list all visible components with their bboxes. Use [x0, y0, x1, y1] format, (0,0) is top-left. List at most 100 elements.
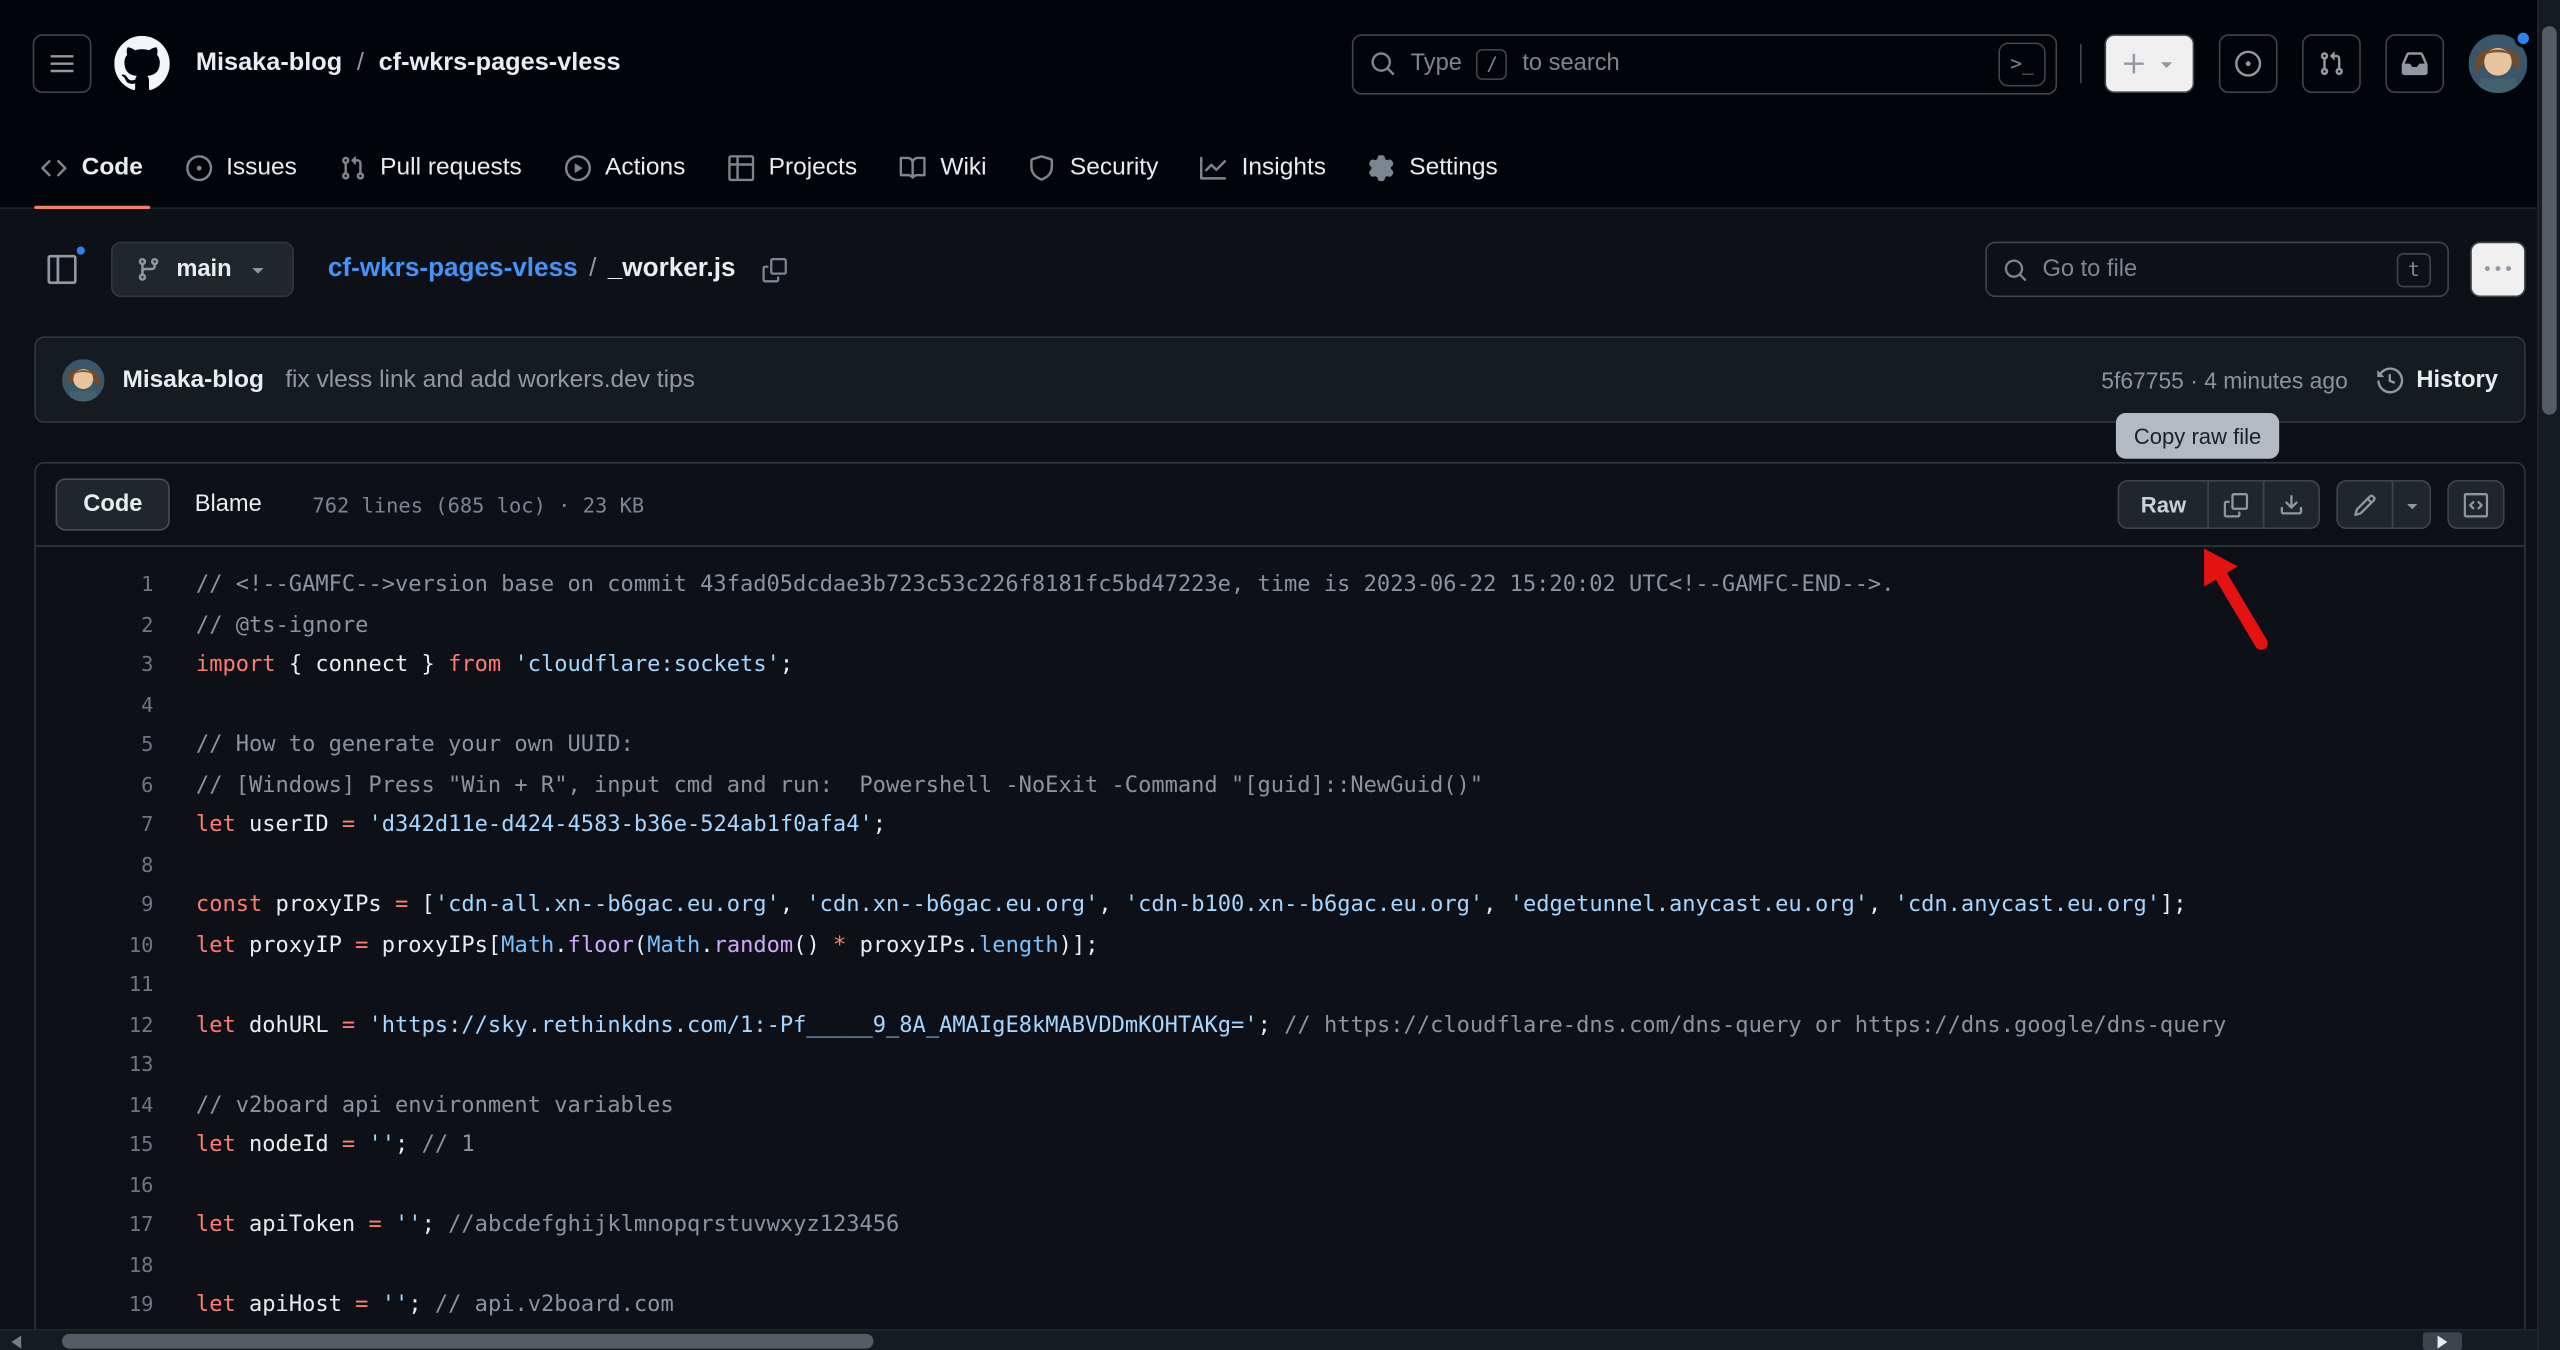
- commit-author-link[interactable]: Misaka-blog: [122, 366, 264, 394]
- user-avatar[interactable]: [2468, 29, 2533, 94]
- line-number[interactable]: 5: [36, 725, 153, 765]
- commit-sha-and-time[interactable]: 5f67755 · 4 minutes ago: [2101, 367, 2348, 393]
- tab-security[interactable]: Security: [1008, 127, 1180, 207]
- commit-author-avatar[interactable]: [62, 358, 105, 401]
- line-number[interactable]: 12: [36, 1005, 154, 1045]
- line-number[interactable]: 7: [36, 805, 153, 845]
- pull-requests-header-button[interactable]: [2302, 34, 2361, 94]
- tab-label: Security: [1069, 153, 1159, 182]
- code-line: 8: [36, 845, 2524, 885]
- copy-raw-button[interactable]: [2207, 479, 2265, 529]
- edit-file-button[interactable]: [2336, 479, 2394, 529]
- line-number[interactable]: 14: [36, 1085, 154, 1125]
- line-number[interactable]: 10: [36, 925, 154, 965]
- horizontal-scrollbar-thumb[interactable]: [62, 1333, 874, 1349]
- issues-header-button[interactable]: [2218, 34, 2278, 94]
- inbox-header-button[interactable]: [2385, 34, 2445, 94]
- tab-wiki[interactable]: Wiki: [878, 127, 1008, 207]
- code-line-text: let proxyIP = proxyIPs[Math.floor(Math.r…: [195, 931, 1099, 958]
- code-line: 16: [36, 1165, 2524, 1205]
- line-number[interactable]: 11: [36, 965, 154, 1005]
- tab-pull-requests[interactable]: Pull requests: [318, 127, 543, 207]
- commit-message-link[interactable]: fix vless link and add workers.dev tips: [285, 366, 695, 394]
- line-number[interactable]: 15: [36, 1125, 154, 1165]
- branch-selector-button[interactable]: main: [111, 241, 294, 298]
- copy-path-button[interactable]: [752, 247, 798, 293]
- global-search-input[interactable]: Type / to search >_: [1351, 33, 2058, 94]
- scroll-right-button[interactable]: [2422, 1332, 2463, 1350]
- line-number[interactable]: 8: [36, 845, 153, 885]
- code-line: 12 let dohURL = 'https://sky.rethinkdns.c…: [36, 1005, 2524, 1045]
- pencil-icon: [2353, 492, 2377, 516]
- code-line-text: let apiToken = ''; //abcdefghijklmnopqrs…: [195, 1211, 900, 1238]
- breadcrumb-owner-link[interactable]: Misaka-blog: [196, 49, 342, 78]
- header-divider: [2079, 44, 2082, 84]
- line-number[interactable]: 19: [36, 1285, 154, 1325]
- raw-copy-download-group: Raw: [2117, 479, 2320, 529]
- tab-settings[interactable]: Settings: [1347, 127, 1519, 207]
- issue-opened-icon: [185, 154, 212, 181]
- history-label: History: [2416, 366, 2498, 393]
- code-line-text: let apiHost = ''; // api.v2board.com: [195, 1291, 674, 1318]
- play-icon: [564, 154, 591, 181]
- download-raw-button[interactable]: [2262, 479, 2320, 529]
- code-line-text: // v2board api environment variables: [195, 1091, 674, 1118]
- code-line: 19 let apiHost = ''; // api.v2board.com: [36, 1285, 2524, 1325]
- scroll-left-arrow-icon[interactable]: [11, 1335, 22, 1349]
- search-placeholder-pre: Type: [1410, 50, 1462, 77]
- history-link[interactable]: History: [2377, 366, 2498, 393]
- line-number[interactable]: 9: [36, 885, 153, 925]
- raw-button[interactable]: Raw: [2117, 479, 2209, 529]
- file-tree-toggle-button[interactable]: [34, 242, 90, 298]
- more-options-button[interactable]: [2470, 241, 2526, 298]
- code-line-text: const proxyIPs = ['cdn-all.xn--b6gac.eu.…: [195, 891, 2187, 918]
- sidebar-expand-icon: [47, 254, 77, 285]
- tab-label: Pull requests: [380, 153, 522, 182]
- book-icon: [899, 154, 926, 180]
- tab-code[interactable]: Code: [20, 127, 164, 209]
- scroll-right-arrow-icon: [2437, 1334, 2448, 1348]
- line-number[interactable]: 16: [36, 1165, 154, 1205]
- line-number[interactable]: 13: [36, 1045, 154, 1085]
- line-number[interactable]: 4: [36, 685, 153, 725]
- vertical-scrollbar-thumb[interactable]: [2542, 26, 2557, 415]
- inbox-icon: [2401, 51, 2428, 77]
- line-number[interactable]: 6: [36, 765, 153, 805]
- edit-dropdown-button[interactable]: [2391, 479, 2432, 529]
- tab-actions[interactable]: Actions: [543, 127, 707, 207]
- github-logo-icon[interactable]: [114, 35, 170, 92]
- red-annotation-arrow: [2204, 548, 2268, 650]
- code-view-tab[interactable]: Code: [55, 478, 171, 531]
- line-number[interactable]: 2: [36, 605, 153, 645]
- tab-projects[interactable]: Projects: [707, 127, 879, 207]
- tree-notification-dot: [73, 243, 89, 258]
- create-new-button[interactable]: [2104, 34, 2195, 94]
- go-to-file-input[interactable]: Go to file t: [1985, 241, 2449, 298]
- tab-label: Wiki: [940, 153, 987, 182]
- breadcrumb-repo-link[interactable]: cf-wkrs-pages-vless: [379, 49, 621, 78]
- horizontal-scrollbar[interactable]: [0, 1328, 2538, 1350]
- history-icon: [2377, 366, 2404, 393]
- hamburger-menu-button[interactable]: [32, 34, 92, 94]
- line-number[interactable]: 1: [36, 565, 153, 605]
- breadcrumb-repo-root-link[interactable]: cf-wkrs-pages-vless: [328, 255, 578, 284]
- code-line-text: import { connect } from 'cloudflare:sock…: [195, 651, 794, 678]
- tab-issues[interactable]: Issues: [164, 127, 318, 207]
- t-key-hint: t: [2396, 252, 2432, 287]
- symbols-panel-button[interactable]: [2447, 479, 2505, 529]
- three-bars-icon: [49, 51, 75, 77]
- command-palette-button[interactable]: >_: [1998, 41, 2046, 86]
- repo-nav: Code Issues Pull requests Actions Projec…: [0, 127, 2560, 209]
- vertical-scrollbar[interactable]: [2537, 0, 2560, 1350]
- tab-insights[interactable]: Insights: [1180, 127, 1348, 207]
- copy-raw-tooltip: Copy raw file: [2115, 413, 2280, 459]
- line-number[interactable]: 3: [36, 645, 153, 685]
- slash-key-hint: /: [1476, 48, 1508, 80]
- line-number[interactable]: 17: [36, 1205, 154, 1245]
- line-number[interactable]: 18: [36, 1245, 154, 1285]
- chevron-down-icon: [2401, 494, 2422, 515]
- blame-view-tab[interactable]: Blame: [170, 478, 286, 530]
